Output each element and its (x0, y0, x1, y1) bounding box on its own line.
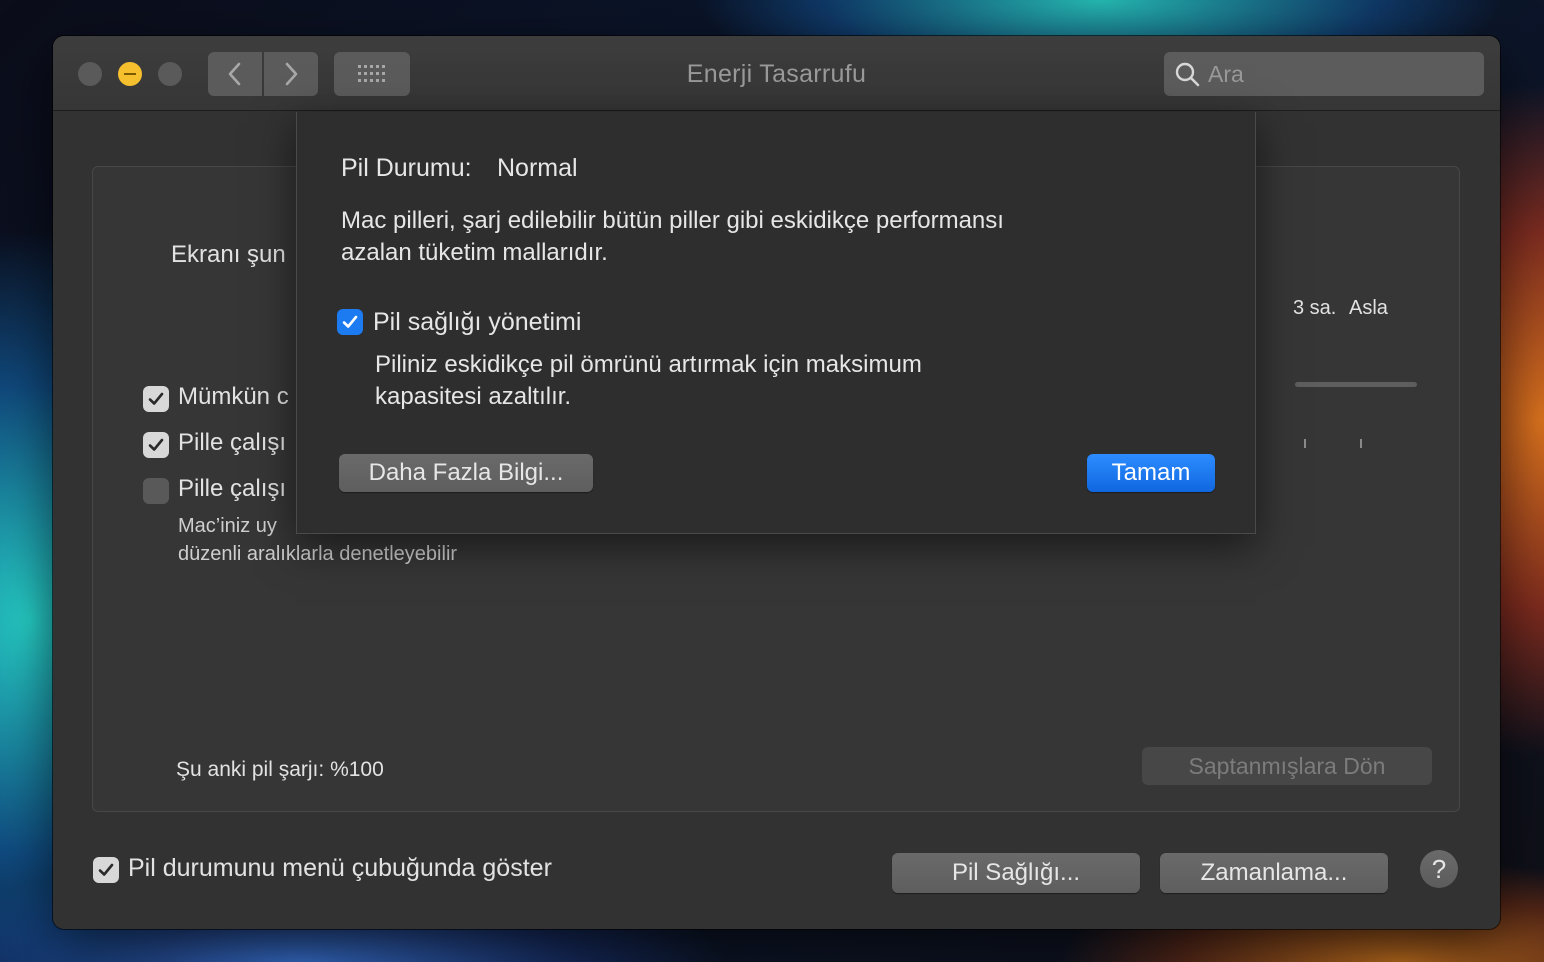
battery-management-label: Pil sağlığı yönetimi (373, 308, 582, 336)
display-sleep-label: Ekranı şun (171, 241, 286, 268)
slider-label-never: Asla (1349, 297, 1388, 319)
option-note-line2: düzenli aralıklarla denetleyebilir (178, 543, 458, 565)
battery-health-button[interactable]: Pil Sağlığı... (892, 853, 1140, 893)
option-checkbox-3[interactable] (143, 478, 169, 504)
battery-health-sheet: Pil Durumu: Normal Mac pilleri, şarj edi… (296, 112, 1256, 534)
slider-label-3h: 3 sa. (1293, 297, 1337, 319)
option-note-line1: Mac’iniz uy (178, 515, 277, 537)
slider-tick (1360, 439, 1362, 448)
battery-status-label: Pil Durumu: (341, 154, 472, 182)
show-in-menubar-checkbox[interactable] (93, 857, 119, 883)
battery-charge-status: Şu anki pil şarjı: %100 (176, 758, 384, 781)
checkmark-icon (98, 863, 114, 876)
schedule-button[interactable]: Zamanlama... (1160, 853, 1388, 893)
option-checkbox-2[interactable] (143, 432, 169, 458)
battery-management-checkbox[interactable] (337, 309, 363, 335)
checkmark-icon (342, 315, 358, 328)
search-field[interactable] (1164, 52, 1484, 96)
option-label-3: Pille çalışı (178, 475, 287, 502)
display-sleep-slider[interactable] (1295, 382, 1417, 387)
slider-tick (1304, 439, 1306, 448)
more-info-button[interactable]: Daha Fazla Bilgi... (339, 454, 593, 492)
battery-description-line2: azalan tüketim mallarıdır. (341, 239, 608, 266)
checkmark-icon (148, 392, 164, 405)
battery-management-desc-line2: kapasitesi azaltılır. (375, 383, 572, 410)
option-label-1: Mümkün c (178, 383, 289, 410)
search-icon (1175, 62, 1200, 87)
battery-status-value: Normal (497, 154, 578, 182)
option-label-2: Pille çalışı (178, 429, 287, 456)
title-bar: Enerji Tasarrufu (53, 36, 1500, 111)
ok-button[interactable]: Tamam (1087, 454, 1215, 492)
checkmark-icon (148, 438, 164, 451)
show-in-menubar-label: Pil durumunu menü çubuğunda göster (128, 854, 552, 882)
help-button[interactable]: ? (1420, 850, 1458, 888)
battery-description-line1: Mac pilleri, şarj edilebilir bütün pille… (341, 207, 1004, 234)
battery-management-desc-line1: Piliniz eskidikçe pil ömrünü artırmak iç… (375, 351, 922, 378)
restore-defaults-button[interactable]: Saptanmışlara Dön (1142, 747, 1432, 785)
search-input[interactable] (1208, 52, 1468, 96)
option-checkbox-1[interactable] (143, 386, 169, 412)
